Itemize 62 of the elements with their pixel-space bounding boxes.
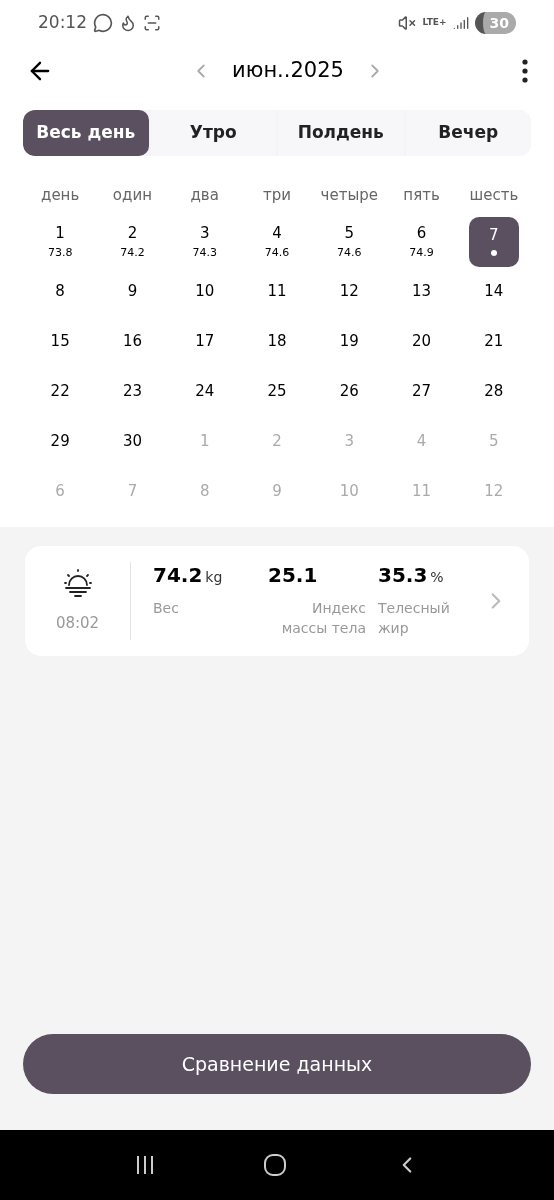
more-button[interactable] <box>522 59 528 83</box>
calendar-day[interactable]: 9 <box>107 266 158 317</box>
network-type: LTE+ <box>422 16 447 30</box>
month-title: июн..2025 <box>232 57 344 85</box>
calendar-day[interactable]: 29 <box>35 416 86 467</box>
calendar-day[interactable]: 14 <box>468 266 519 317</box>
calendar-day[interactable]: 17 <box>179 316 230 367</box>
calendar-day[interactable]: 27 <box>396 366 447 417</box>
calendar-day[interactable]: 6 74.9 <box>396 216 447 267</box>
period-tab[interactable]: Весь день <box>23 110 149 156</box>
calendar-day[interactable]: 18 <box>252 316 302 367</box>
calendar-day[interactable]: 19 <box>324 316 375 367</box>
weekday-label: пять <box>402 185 441 206</box>
metric-label: Вес <box>153 598 180 618</box>
calendar-day[interactable]: 15 <box>35 316 86 367</box>
metric-label: Индекс массы тела <box>280 598 367 638</box>
calendar-day[interactable]: 13 <box>396 266 447 317</box>
battery-indicator: 30 <box>474 12 516 34</box>
home-icon[interactable] <box>263 1153 287 1177</box>
metric-label: Телесный жир <box>378 598 451 638</box>
calendar-day[interactable]: 26 <box>324 366 375 417</box>
metric-unit: % <box>430 567 444 587</box>
calendar-day[interactable]: 11 <box>252 266 302 317</box>
sunrise-icon <box>61 566 94 599</box>
weekday-label: два <box>189 185 220 206</box>
calendar-day[interactable]: 30 <box>107 416 158 467</box>
mute-icon <box>398 14 417 32</box>
calendar-day[interactable]: 5 74.6 <box>324 216 375 267</box>
metric-unit: kg <box>205 567 223 587</box>
calendar-day[interactable]: 28 <box>468 366 519 417</box>
compare-data-button[interactable]: Сравнение данных <box>23 1034 531 1094</box>
calendar-day[interactable]: 24 <box>179 366 230 417</box>
weekday-label: один <box>111 185 153 206</box>
calendar-day[interactable]: 7 <box>468 216 519 267</box>
calendar-day[interactable]: 3 74.3 <box>179 216 230 267</box>
calendar-day[interactable]: 23 <box>107 366 158 417</box>
calendar-day[interactable]: 20 <box>396 316 447 367</box>
metric-value: 35.3 <box>378 561 428 589</box>
status-time: 20:12 <box>38 11 87 35</box>
chat-icon <box>93 13 113 33</box>
signal-icon <box>452 15 469 31</box>
weekday-label: шесть <box>468 185 520 206</box>
weekday-label: четыре <box>319 185 379 206</box>
calendar-day[interactable]: 25 <box>252 366 302 417</box>
record-card[interactable]: 08:02 74.2 kg Вес 25.1 Индекс массы тела 35.3% Телесный жир <box>25 545 529 656</box>
metric-value: 25.1 <box>268 561 318 589</box>
calendar-day[interactable]: 4 74.6 <box>252 216 302 267</box>
calendar-day[interactable]: 21 <box>468 316 519 367</box>
more-icon <box>522 59 528 83</box>
calendar-day[interactable]: 10 <box>179 266 230 317</box>
screenshot-icon <box>143 14 161 32</box>
weekday-label: день <box>40 185 81 206</box>
calendar-day[interactable]: 8 <box>35 266 86 317</box>
weekday-label: три <box>262 185 292 206</box>
calendar-day[interactable]: 12 <box>324 266 375 317</box>
calendar-day[interactable]: 22 <box>35 366 86 417</box>
calendar-day[interactable]: 16 <box>107 316 158 367</box>
record-time: 08:02 <box>55 613 100 635</box>
calendar-day[interactable]: 1 73.8 <box>35 216 86 267</box>
calendar-day[interactable]: 2 74.2 <box>107 216 158 267</box>
flame-icon <box>119 14 137 32</box>
metric-value: 74.2 <box>153 561 203 589</box>
